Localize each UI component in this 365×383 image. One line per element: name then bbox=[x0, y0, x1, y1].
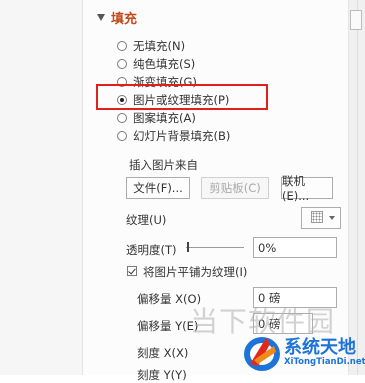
transparency-label: 透明度(T) bbox=[126, 243, 177, 257]
radio-label: 无填充(N) bbox=[133, 39, 186, 53]
transparency-slider-track[interactable] bbox=[186, 247, 244, 248]
tile-checkbox[interactable] bbox=[127, 266, 137, 276]
radio-label: 纯色填充(S) bbox=[133, 57, 196, 71]
radio-icon[interactable] bbox=[117, 59, 127, 69]
chevron-down-icon bbox=[329, 216, 335, 220]
insert-picture-label: 插入图片来自 bbox=[129, 158, 198, 172]
scrollbar-rail bbox=[357, 0, 358, 375]
transparency-input[interactable]: 0% bbox=[253, 237, 337, 258]
radio-label: 幻灯片背景填充(B) bbox=[133, 129, 231, 143]
scrollbar-thumb[interactable] bbox=[350, 10, 362, 30]
file-button[interactable]: 文件(F)... bbox=[126, 177, 190, 199]
radio-pattern-fill[interactable]: 图案填充(A) bbox=[117, 110, 196, 126]
annotation-highlight-box bbox=[96, 84, 268, 110]
clipboard-button[interactable]: 剪贴板(C) bbox=[201, 177, 269, 199]
logo-title: 系统天地 bbox=[284, 337, 356, 358]
radio-slide-background-fill[interactable]: 幻灯片背景填充(B) bbox=[117, 128, 230, 144]
fill-section-title: 填充 bbox=[111, 12, 138, 27]
format-background-pane: 填充 无填充(N) 纯色填充(S) 渐变填充(G) 图片或纹理填充(P) 图案填… bbox=[0, 0, 365, 382]
pane-divider bbox=[82, 0, 83, 375]
radio-icon[interactable] bbox=[117, 41, 127, 51]
radio-label: 图案填充(A) bbox=[133, 111, 196, 125]
checkmark-icon bbox=[128, 266, 136, 275]
collapse-triangle-icon[interactable] bbox=[97, 14, 105, 21]
fill-section-header[interactable]: 填充 bbox=[97, 8, 137, 27]
texture-swatch-icon bbox=[311, 211, 323, 223]
texture-label: 纹理(U) bbox=[126, 213, 167, 227]
vertical-scrollbar[interactable] bbox=[348, 0, 365, 375]
scale-y-label: 刻度 Y(Y) bbox=[137, 368, 187, 382]
radio-solid-fill[interactable]: 纯色填充(S) bbox=[117, 56, 195, 72]
logo-subtitle: XiTongTianDi.net bbox=[284, 357, 365, 367]
radio-icon[interactable] bbox=[117, 131, 127, 141]
tile-checkbox-label: 将图片平铺为纹理(I) bbox=[143, 265, 248, 279]
online-button[interactable]: 联机(E)... bbox=[281, 174, 333, 203]
transparency-slider-thumb[interactable] bbox=[187, 242, 189, 252]
scale-x-label: 刻度 X(X) bbox=[137, 346, 189, 360]
radio-no-fill[interactable]: 无填充(N) bbox=[117, 38, 185, 54]
radio-icon[interactable] bbox=[117, 113, 127, 123]
